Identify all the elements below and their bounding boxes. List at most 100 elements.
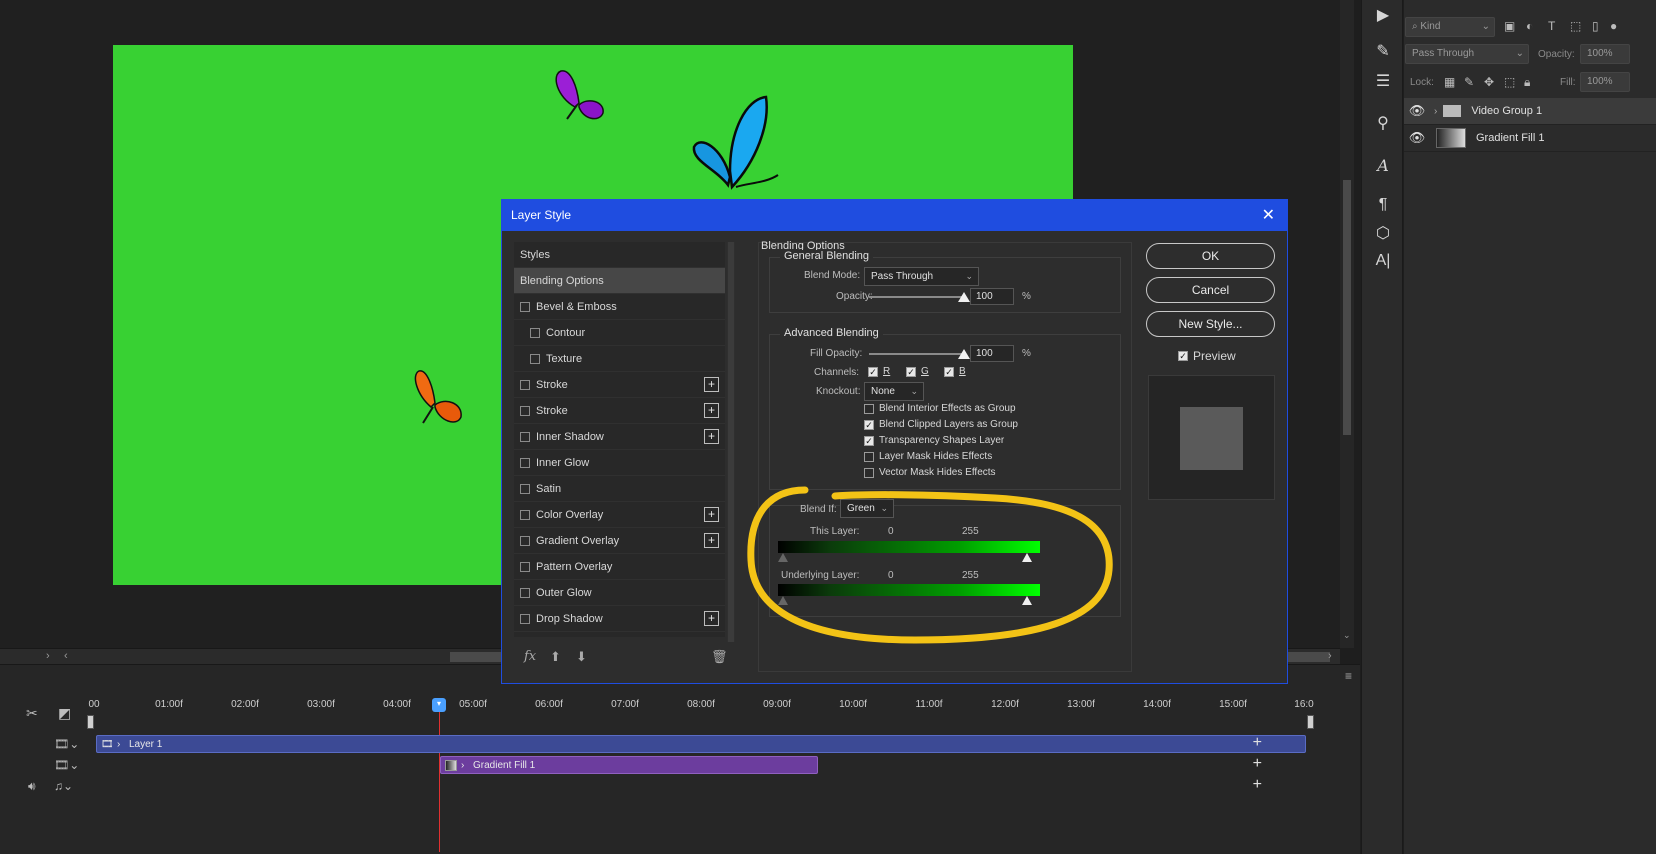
channel-b-checkbox[interactable]: ✓ B [944,366,966,377]
dialog-titlebar[interactable]: Layer Style ✕ [502,200,1287,231]
style-checkbox[interactable] [520,561,530,572]
chevron-left-icon[interactable]: ‹ [64,650,68,662]
channel-r-checkbox[interactable]: ✓ R [868,366,890,377]
volume-icon[interactable]: 🔊︎ [28,779,36,794]
filter-pixel-icon[interactable]: ▣ [1504,19,1515,33]
style-item-styles[interactable]: Styles [514,242,725,268]
option-transparency-shapes-layer[interactable]: ✓ Transparency Shapes Layer [864,435,1004,446]
add-effect-icon[interactable]: + [704,507,719,522]
style-checkbox[interactable] [520,613,530,624]
add-media-icon[interactable]: + [1253,755,1262,773]
work-area-start-handle[interactable] [87,715,94,729]
checkbox[interactable] [864,403,874,414]
scroll-down-icon[interactable]: ⌄ [1343,630,1351,641]
checkbox[interactable] [864,451,874,462]
filter-type-icon[interactable]: T [1548,19,1555,33]
add-effect-icon[interactable]: + [704,611,719,626]
checkbox-checked[interactable]: ✓ [868,366,878,377]
add-audio-icon[interactable]: + [1253,776,1262,794]
checkbox-checked[interactable]: ✓ [864,419,874,430]
transition-icon[interactable]: ◩ [58,705,71,722]
3d-icon[interactable]: ⬡ [1368,220,1398,246]
layer-opacity-field[interactable]: 100% [1580,44,1630,64]
canvas-vertical-scrollbar[interactable]: ⌄ [1340,0,1354,648]
style-item-inner-shadow[interactable]: Inner Shadow + [514,424,725,450]
option-blend-interior-effects[interactable]: Blend Interior Effects as Group [864,403,1016,414]
clone-source-icon[interactable]: ⚲ [1368,110,1398,136]
lock-artboard-icon[interactable]: ⬚ [1504,75,1515,89]
checkbox-checked[interactable]: ✓ [1178,351,1188,361]
styles-scrollbar[interactable] [727,242,735,642]
fill-opacity-slider-thumb[interactable] [958,349,970,359]
add-effect-icon[interactable]: + [704,403,719,418]
style-item-satin[interactable]: Satin [514,476,725,502]
underlying-black-slider[interactable] [778,596,788,605]
clip-layer-1[interactable]: 🎞︎ › Layer 1 [96,735,1306,753]
timeline-ruler[interactable]: 00 01:00f 02:00f 03:00f 04:00f 05:00f 06… [88,695,1315,729]
checkbox[interactable] [864,467,874,478]
move-down-icon[interactable]: ⬇ [576,649,587,665]
opacity-input[interactable]: 100 [970,288,1014,305]
style-checkbox[interactable] [520,431,530,442]
fill-opacity-input[interactable]: 100 [970,345,1014,362]
move-up-icon[interactable]: ⬆ [550,649,561,665]
underlying-layer-gradient-bar[interactable] [778,584,1040,596]
new-style-button[interactable]: New Style... [1146,311,1275,337]
layer-row-video-group-1[interactable]: 👁︎ › Video Group 1 [1404,98,1656,125]
styles-scroll-thumb[interactable] [728,242,734,642]
work-area-end-handle[interactable] [1307,715,1314,729]
style-checkbox[interactable] [520,301,530,312]
checkbox-checked[interactable]: ✓ [944,366,954,377]
style-item-stroke[interactable]: Stroke + [514,372,725,398]
play-icon[interactable]: ▶ [1368,2,1398,28]
canvas-vscroll-thumb[interactable] [1343,180,1351,435]
opacity-slider-thumb[interactable] [958,292,970,302]
style-checkbox[interactable] [520,587,530,598]
close-icon[interactable]: ✕ [1262,205,1275,225]
brush-settings-icon[interactable]: ✎ [1368,38,1398,64]
lock-position-icon[interactable]: ✥ [1484,75,1494,89]
option-layer-mask-hides-effects[interactable]: Layer Mask Hides Effects [864,451,992,462]
this-layer-white-slider[interactable] [1022,553,1032,562]
layer-fill-field[interactable]: 100% [1580,72,1630,92]
lock-transparent-icon[interactable]: ▦ [1444,75,1455,89]
style-checkbox[interactable] [530,353,540,364]
fx-icon[interactable]: fx [524,649,536,664]
filter-toggle-icon[interactable]: ● [1610,19,1617,33]
scissors-icon[interactable]: ✂ [26,705,38,722]
filter-shape-icon[interactable]: ⬚ [1570,19,1581,33]
style-item-inner-glow[interactable]: Inner Glow [514,450,725,476]
style-item-bevel-emboss[interactable]: Bevel & Emboss [514,294,725,320]
style-item-contour[interactable]: Contour [514,320,725,346]
adjustments-icon[interactable]: ☰ [1368,68,1398,94]
chevron-right-icon[interactable]: › [46,650,50,662]
add-effect-icon[interactable]: + [704,533,719,548]
music-note-icon[interactable]: ♫⌄ [54,779,73,793]
checkbox-checked[interactable]: ✓ [864,435,874,446]
style-checkbox[interactable] [520,379,530,390]
layer-row-gradient-fill-1[interactable]: 👁︎ Gradient Fill 1 [1404,125,1656,152]
opacity-slider[interactable] [869,296,963,298]
style-item-texture[interactable]: Texture [514,346,725,372]
film-icon[interactable]: 🎞︎⌄ [54,758,79,772]
film-icon[interactable]: 🎞︎⌄ [54,737,79,751]
panel-menu-icon[interactable]: ≡ [1345,669,1352,683]
preview-checkbox[interactable]: ✓ Preview [1178,349,1236,363]
clip-gradient-fill-1[interactable]: › Gradient Fill 1 [440,756,818,774]
chevron-right-icon[interactable]: › [117,736,120,754]
filter-smart-object-icon[interactable]: ▯ [1592,19,1599,33]
playhead-handle[interactable]: ▾ [432,698,446,712]
filter-adjustment-icon[interactable]: ◐ [1526,19,1533,33]
blend-mode-select[interactable]: Pass Through ⌄ [864,267,979,286]
chevron-right-icon[interactable]: › [461,757,464,775]
style-checkbox[interactable] [520,483,530,494]
style-item-pattern-overlay[interactable]: Pattern Overlay [514,554,725,580]
style-checkbox[interactable] [520,535,530,546]
style-item-gradient-overlay[interactable]: Gradient Overlay + [514,528,725,554]
visibility-eye-icon[interactable]: 👁︎ [1404,103,1430,119]
style-item-blending-options[interactable]: Blending Options [514,268,725,294]
glyphs-icon[interactable]: A| [1368,248,1398,274]
cancel-button[interactable]: Cancel [1146,277,1275,303]
checkbox-checked[interactable]: ✓ [906,366,916,377]
character-style-icon[interactable]: A [1368,152,1398,178]
